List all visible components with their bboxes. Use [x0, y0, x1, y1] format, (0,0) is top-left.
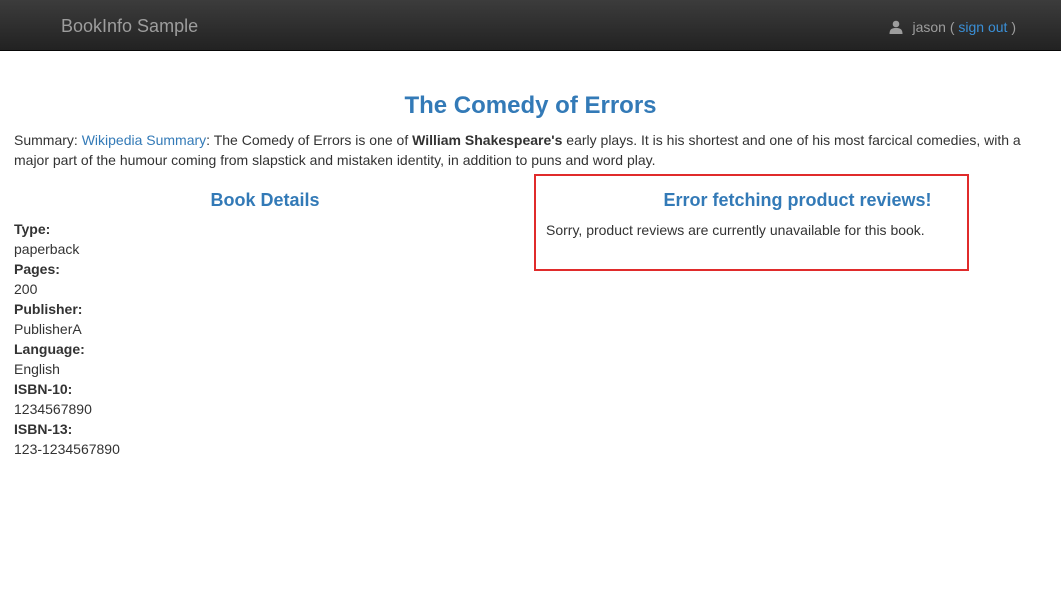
- detail-label-isbn13: ISBN-13:: [14, 421, 73, 437]
- user-area: jason ( sign out ): [889, 18, 1016, 36]
- reviews-error-box: Error fetching product reviews! Sorry, p…: [534, 174, 969, 271]
- detail-value-language: English: [14, 361, 60, 377]
- detail-value-publisher: PublisherA: [14, 321, 82, 337]
- summary-text-1: : The Comedy of Errors is one of: [206, 132, 413, 148]
- reviews-error-message: Sorry, product reviews are currently una…: [546, 222, 925, 238]
- detail-value-type: paperback: [14, 241, 80, 257]
- book-details-list: Type: paperback Pages: 200 Publisher: Pu…: [14, 219, 120, 459]
- wikipedia-summary-link[interactable]: Wikipedia Summary: [82, 132, 206, 148]
- detail-label-type: Type:: [14, 221, 51, 237]
- book-summary: Summary: Wikipedia Summary: The Comedy o…: [14, 130, 1044, 170]
- summary-author: William Shakespeare's: [412, 132, 563, 148]
- detail-value-pages: 200: [14, 281, 38, 297]
- detail-label-publisher: Publisher:: [14, 301, 83, 317]
- detail-label-language: Language:: [14, 341, 85, 357]
- book-title: The Comedy of Errors: [404, 92, 657, 119]
- navbar: BookInfo Sample jason ( sign out ): [0, 0, 1061, 51]
- close-paren: ): [1007, 19, 1016, 35]
- summary-prefix: Summary:: [14, 132, 82, 148]
- detail-value-isbn13: 123-1234567890: [14, 441, 120, 457]
- sign-out-link[interactable]: sign out: [958, 18, 1007, 36]
- reviews-error-heading: Error fetching product reviews!: [663, 190, 932, 210]
- brand-link[interactable]: BookInfo Sample: [61, 16, 198, 36]
- detail-value-isbn10: 1234567890: [14, 401, 92, 417]
- open-paren: (: [945, 19, 959, 35]
- user-icon: [889, 20, 903, 34]
- username: jason: [912, 19, 946, 35]
- book-details-heading: Book Details: [210, 190, 320, 210]
- detail-label-pages: Pages:: [14, 261, 60, 277]
- detail-label-isbn10: ISBN-10:: [14, 381, 73, 397]
